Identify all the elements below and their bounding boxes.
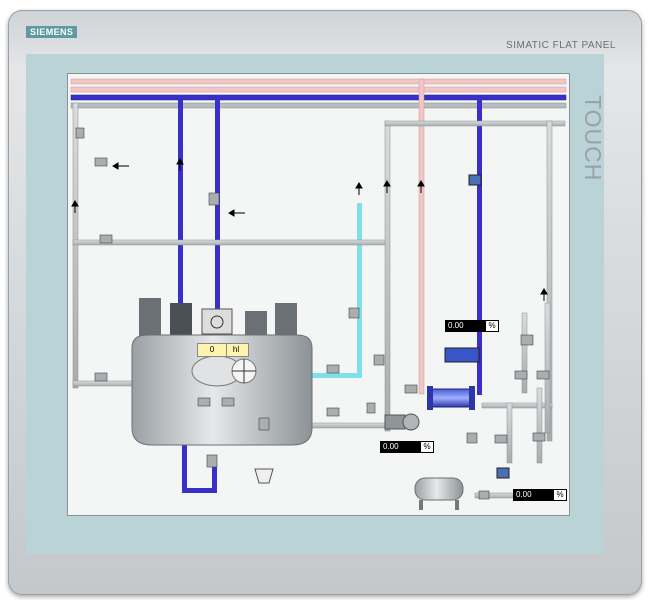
readout-unit: %: [553, 489, 567, 501]
pump[interactable]: [384, 413, 420, 431]
process-diagram: [70, 78, 567, 510]
header-pipes: [70, 78, 567, 109]
readout-value: 0.00: [380, 441, 420, 453]
storage-tank[interactable]: [414, 477, 464, 510]
model-label: SIMATIC FLAT PANEL: [506, 40, 616, 51]
readout-value: 0.00: [445, 320, 485, 332]
readout-value: 0.00: [513, 489, 553, 501]
tank-level-value: 0: [209, 345, 215, 354]
process-tank[interactable]: [131, 298, 313, 446]
bucket-icon: [254, 468, 274, 484]
tank-level-display: 0 hl: [197, 343, 249, 357]
cyan-pipe: [312, 203, 362, 378]
brand-logo: SIEMENS: [26, 26, 78, 38]
readout-pump[interactable]: 0.00%: [380, 441, 434, 453]
readout-unit: %: [485, 320, 499, 332]
touch-label: TOUCH: [580, 95, 606, 182]
heat-exchanger[interactable]: [427, 386, 475, 410]
readout-unit: %: [420, 441, 434, 453]
hmi-screen[interactable]: 0 hl 0.00% 0.00% 0.00%: [67, 73, 570, 516]
readout-storage[interactable]: 0.00%: [513, 489, 567, 501]
readout-control-valve[interactable]: 0.00%: [445, 320, 499, 332]
tank-level-unit: hl: [226, 344, 245, 356]
